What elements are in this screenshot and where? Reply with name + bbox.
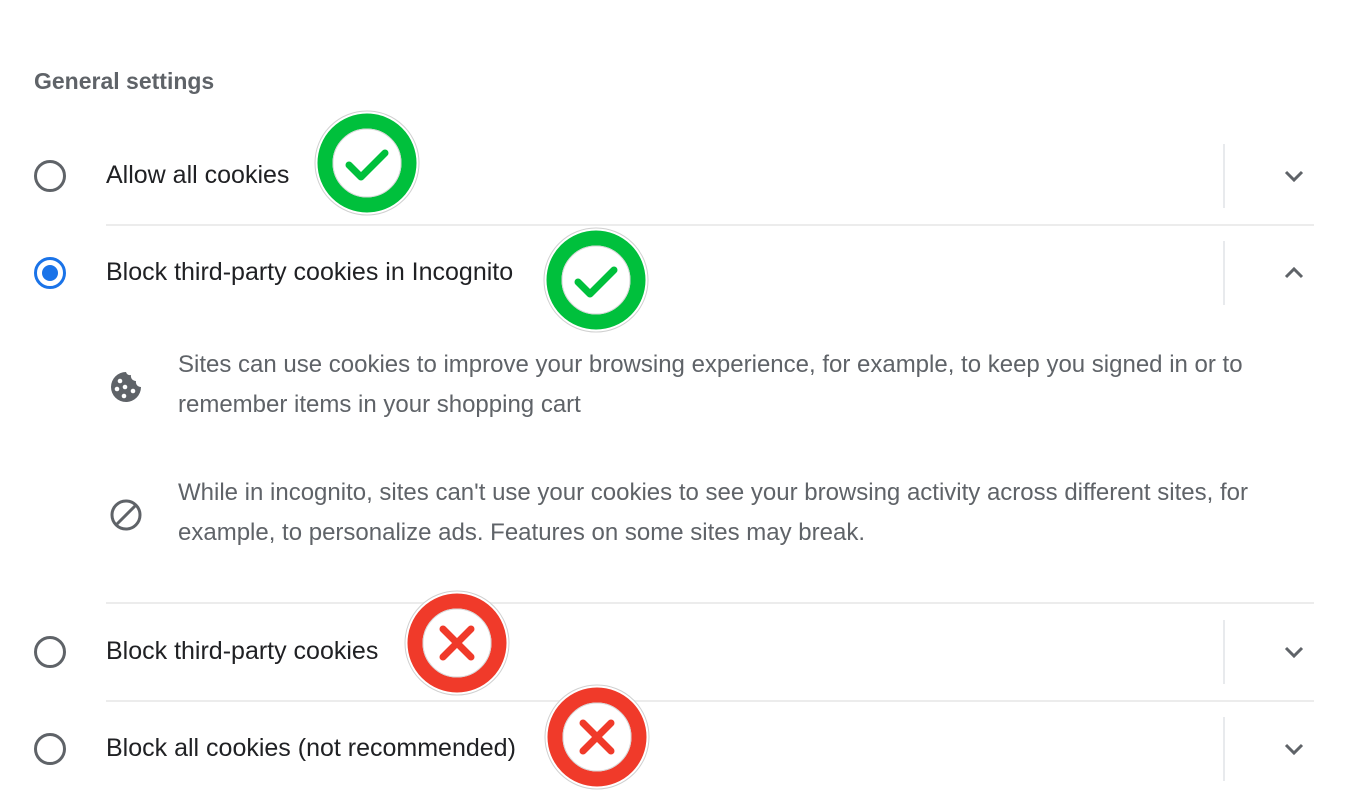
block-icon	[110, 499, 142, 531]
checkmark-badge-icon	[314, 110, 420, 216]
option-label[interactable]: Block third-party cookies in Incognito	[106, 258, 513, 287]
divider	[106, 700, 1314, 702]
chevron-down-icon[interactable]	[1278, 733, 1310, 765]
radio-block-third-party-incognito[interactable]	[34, 257, 66, 289]
vertical-separator	[1223, 144, 1225, 208]
x-badge-icon	[404, 590, 510, 696]
detail-text: While in incognito, sites can't use your…	[178, 479, 1248, 546]
vertical-separator	[1223, 241, 1225, 305]
option-label[interactable]: Block third-party cookies	[106, 637, 378, 666]
chevron-down-icon[interactable]	[1278, 636, 1310, 668]
x-badge-icon	[544, 684, 650, 790]
cookie-icon	[111, 372, 141, 402]
radio-allow-all-cookies[interactable]	[34, 160, 66, 192]
vertical-separator	[1223, 620, 1225, 684]
checkmark-badge-icon	[543, 227, 649, 333]
option-block-third-party[interactable]: Block third-party cookies	[0, 620, 1346, 684]
detail-text: Sites can use cookies to improve your br…	[178, 351, 1243, 418]
option-label[interactable]: Block all cookies (not recommended)	[106, 734, 516, 763]
chevron-up-icon[interactable]	[1278, 257, 1310, 289]
option-allow-all-cookies[interactable]: Allow all cookies	[0, 144, 1346, 208]
radio-block-third-party[interactable]	[34, 636, 66, 668]
option-block-third-party-incognito[interactable]: Block third-party cookies in Incognito	[0, 241, 1346, 305]
radio-block-all-cookies[interactable]	[34, 733, 66, 765]
option-label[interactable]: Allow all cookies	[106, 161, 289, 190]
option-block-all-cookies[interactable]: Block all cookies (not recommended)	[0, 717, 1346, 781]
vertical-separator	[1223, 717, 1225, 781]
chevron-down-icon[interactable]	[1278, 160, 1310, 192]
section-title: General settings	[34, 68, 215, 94]
divider	[106, 602, 1314, 604]
divider	[106, 224, 1314, 226]
